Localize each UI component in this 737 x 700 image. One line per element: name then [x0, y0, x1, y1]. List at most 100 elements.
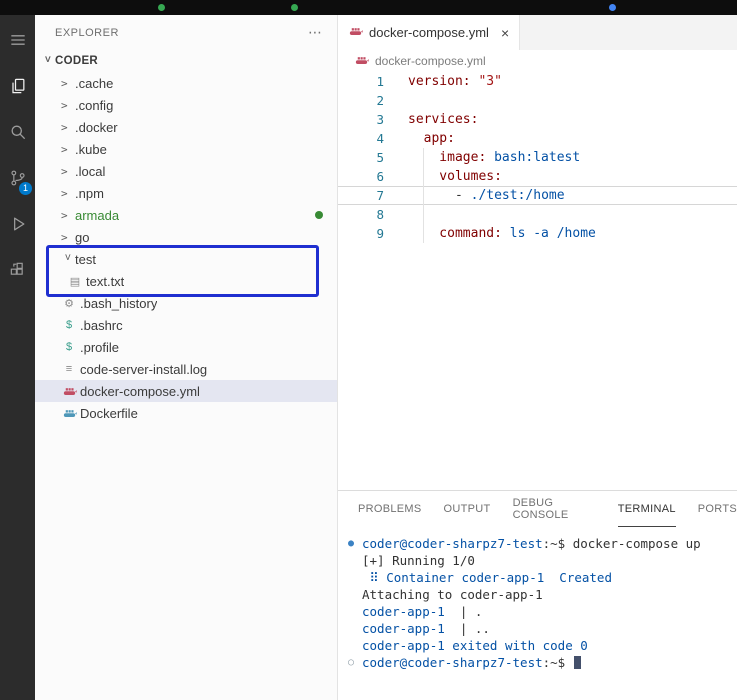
code-text: volumes: [408, 169, 502, 184]
tree-item--kube[interactable]: > .kube [35, 138, 337, 160]
whale-icon [349, 28, 363, 35]
terminal-gutter [348, 586, 362, 603]
chevron-right-icon: > [61, 164, 68, 178]
code-line-8[interactable]: 8 [338, 205, 737, 224]
tab-docker-compose-yml[interactable]: docker-compose.yml × [338, 15, 521, 50]
explorer-sidebar: EXPLORER ⋯ > CODER > .cache > .config > .dock… [35, 15, 338, 700]
favicon-dot [609, 4, 616, 11]
terminal-gutter [348, 637, 362, 654]
code-line-9[interactable]: 9 command: ls -a /home [338, 224, 737, 243]
terminal-cursor [573, 656, 581, 669]
explorer-title: EXPLORER [55, 26, 119, 39]
breadcrumb[interactable]: docker-compose.yml [338, 50, 737, 72]
code-line-3[interactable]: 3 services: [338, 110, 737, 129]
tree-item--bash-history[interactable]: ⚙ .bash_history [35, 292, 337, 314]
docker-compose-icon [61, 385, 77, 397]
tree-item--bashrc[interactable]: $ .bashrc [35, 314, 337, 336]
dockerfile-icon [61, 407, 77, 419]
code-editor[interactable]: 1 version: "3" 2 3 services: 4 app: 5 image: b… [338, 72, 737, 490]
search-icon [11, 125, 25, 140]
tree-item-label: .kube [75, 141, 107, 157]
explorer-icon [11, 78, 24, 94]
panel-tab-problems[interactable]: PROBLEMS [358, 491, 422, 527]
tree-item--npm[interactable]: > .npm [35, 182, 337, 204]
chevron-down-icon: > [41, 55, 55, 63]
terminal-line: coder-app-1 exited with code 0 [348, 637, 737, 654]
terminal-gutter [348, 552, 362, 569]
code-line-5[interactable]: 5 image: bash:latest [338, 148, 737, 167]
tree-item--docker[interactable]: > .docker [35, 116, 337, 138]
tree-item-text-txt[interactable]: ▤ text.txt [35, 270, 337, 292]
code-line-7[interactable]: 7 - ./test:/home [338, 186, 737, 205]
line-number: 5 [376, 150, 384, 165]
chevron-right-icon: > [61, 120, 68, 134]
activity-item-source-control[interactable]: 1 [0, 155, 35, 201]
tree-item-dockerfile[interactable]: Dockerfile [35, 402, 337, 424]
panel-tab-terminal[interactable]: TERMINAL [617, 491, 676, 527]
breadcrumb-item: docker-compose.yml [375, 54, 486, 68]
tree-item--config[interactable]: > .config [35, 94, 337, 116]
indent-guide [423, 148, 424, 243]
activity-bar: 1 [0, 15, 35, 700]
file-tree: > .cache > .config > .docker > .kube > .local > .np… [35, 72, 337, 424]
tree-root-coder[interactable]: > CODER [35, 50, 337, 72]
activity-item-extensions[interactable] [0, 247, 35, 293]
tree-item-label: .profile [80, 339, 120, 355]
code-line-2[interactable]: 2 [338, 91, 737, 110]
terminal-gutter [348, 603, 362, 620]
panel-tab-debug-console[interactable]: DEBUG CONSOLE [513, 491, 596, 527]
tree-item-label: code-server-install.log [80, 361, 208, 377]
tree-item-label: armada [75, 207, 120, 223]
code-text: command: ls -a /home [408, 226, 596, 241]
gear-icon: ⚙ [64, 297, 74, 310]
line-number: 3 [376, 112, 384, 127]
code-line-1[interactable]: 1 version: "3" [338, 72, 737, 91]
terminal-line: [+] Running 1/0 [348, 552, 737, 569]
editor-region: docker-compose.yml × docker-compose.yml … [338, 15, 737, 700]
close-icon[interactable]: × [501, 25, 509, 41]
whale-icon [355, 56, 369, 64]
line-number: 8 [376, 207, 384, 222]
favicon-dot [158, 4, 165, 11]
tree-item-docker-compose-yml[interactable]: docker-compose.yml [35, 380, 337, 402]
whale-icon [63, 410, 77, 417]
shell-icon: $ [65, 341, 73, 353]
terminal-line: Attaching to coder-app-1 [348, 586, 737, 603]
chevron-right-icon: > [61, 76, 68, 90]
editor-tab-bar: docker-compose.yml × [338, 15, 737, 50]
tree-item-label: .npm [75, 185, 104, 201]
chevron-right-icon: > [61, 142, 68, 156]
tree-item-label: .bashrc [80, 317, 123, 333]
tree-item--profile[interactable]: $ .profile [35, 336, 337, 358]
workbench: 1 EXPLORER ⋯ > CODER > .cache > .config > .do… [0, 15, 737, 700]
activity-item-explorer[interactable] [0, 63, 35, 109]
code-line-4[interactable]: 4 app: [338, 129, 737, 148]
tree-item--cache[interactable]: > .cache [35, 72, 337, 94]
panel-tab-output[interactable]: OUTPUT [444, 491, 491, 527]
activity-item-search[interactable] [0, 109, 35, 155]
tree-item--local[interactable]: > .local [35, 160, 337, 182]
code-text: version: "3" [408, 74, 502, 89]
line-number: 9 [376, 226, 384, 241]
docker-compose-file-icon [348, 25, 363, 40]
activity-item-menu[interactable] [0, 17, 35, 63]
line-number: 1 [376, 74, 384, 89]
terminal[interactable]: ● coder@coder-sharpz7-test:~$ docker-comp… [338, 527, 737, 700]
line-number: 7 [376, 188, 384, 203]
tree-item-armada[interactable]: > armada [35, 204, 337, 226]
tree-item-label: docker-compose.yml [80, 383, 200, 399]
code-line-6[interactable]: 6 volumes: [338, 167, 737, 186]
tree-item-go[interactable]: > go [35, 226, 337, 248]
more-actions-icon[interactable]: ⋯ [308, 24, 323, 41]
chevron-down-icon: > [61, 253, 75, 260]
panel-tab-ports[interactable]: PORTS [698, 491, 737, 527]
activity-item-run-debug[interactable] [0, 201, 35, 247]
line-number: 6 [376, 169, 384, 184]
tree-item-label: .local [75, 163, 106, 179]
tree-item-code-server-install-log[interactable]: ≡ code-server-install.log [35, 358, 337, 380]
panel-tab-bar: PROBLEMS OUTPUT DEBUG CONSOLE TERMINAL PORTS [338, 491, 737, 527]
menu-icon [10, 35, 25, 45]
tree-item-label: .docker [75, 119, 118, 135]
tree-item-test[interactable]: > test [35, 248, 337, 270]
